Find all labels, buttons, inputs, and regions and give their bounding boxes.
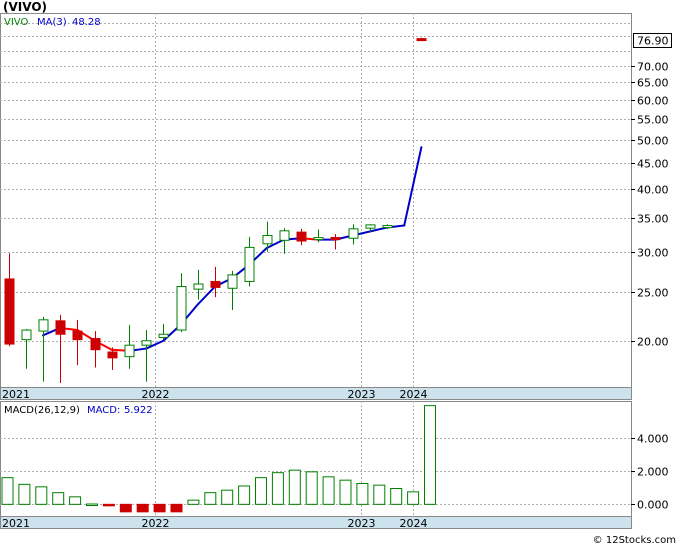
- macd-bar: [339, 479, 352, 505]
- macd-bar: [1, 477, 14, 505]
- chart-title: (VIVO): [3, 0, 47, 14]
- macd-x-label: 2022: [142, 517, 170, 530]
- macd-bar: [407, 491, 420, 505]
- price-tick-label: 45.00: [637, 158, 669, 171]
- macd-bar: [204, 492, 217, 505]
- price-x-label: 2022: [142, 388, 170, 401]
- candle-body: [348, 228, 359, 239]
- macd-bar: [373, 484, 386, 505]
- macd-bar: [52, 492, 65, 505]
- price-tick-label: 55.00: [637, 114, 669, 127]
- legend-vivo: VIVO: [4, 17, 28, 28]
- candle-body: [107, 351, 118, 359]
- macd-bar: [356, 483, 369, 505]
- price-tick-label: 25.00: [637, 287, 669, 300]
- macd-x-axis-bar: [0, 516, 632, 529]
- price-tick-label: 60.00: [637, 95, 669, 108]
- last-price-label: 76.90: [637, 35, 669, 48]
- macd-bar: [390, 488, 403, 505]
- macd-y-axis: 0.000 2.000 4.000: [631, 433, 669, 512]
- candle-body: [90, 338, 101, 351]
- price-x-label: 2023: [348, 388, 376, 401]
- candle-body: [72, 330, 83, 341]
- macd-bar: [221, 489, 234, 505]
- candle-body: [124, 344, 135, 358]
- price-tick-label: 35.00: [637, 213, 669, 226]
- candle-body: [244, 246, 255, 282]
- macd-bar: [35, 486, 48, 505]
- candle-body: [279, 230, 290, 241]
- price-tick-label: 30.00: [637, 247, 669, 260]
- macd-x-label: 2024: [400, 517, 428, 530]
- macd-bar: [119, 503, 132, 513]
- macd-tick-label: 0.000: [637, 499, 669, 512]
- candle-body: [313, 237, 324, 241]
- macd-bar: [305, 471, 318, 505]
- candle-body: [193, 283, 204, 290]
- price-tick-label: 40.00: [637, 184, 669, 197]
- macd-legend-label: MACD:: [87, 405, 120, 416]
- candle-body: [210, 280, 221, 288]
- macd-x-label: 2021: [2, 517, 30, 530]
- stock-chart: 20.00 25.00 30.00 35.00 40.00 45.00 50.00 55.00…: [0, 0, 680, 546]
- price-tick-label: 50.00: [637, 135, 669, 148]
- macd-bar: [238, 485, 251, 505]
- price-x-label: 2021: [2, 388, 30, 401]
- macd-bar: [255, 477, 267, 505]
- candle-body: [262, 235, 273, 245]
- macd-x-label: 2023: [348, 517, 376, 530]
- macd-bar: [424, 405, 436, 505]
- macd-legend-value: 5.922: [124, 405, 153, 416]
- macd-bar: [288, 469, 301, 505]
- price-tick-label: 70.00: [637, 61, 669, 74]
- macd-bar: [18, 483, 31, 505]
- candle-body: [158, 333, 169, 338]
- legend-ma-label: MA(3): [37, 17, 67, 28]
- candle-body: [55, 320, 66, 335]
- macd-bar: [69, 496, 82, 505]
- price-tick-label: 65.00: [637, 77, 669, 90]
- macd-title: MACD(26,12,9): [4, 405, 80, 416]
- copyright: © 12Stocks.com: [593, 535, 676, 546]
- candle-body: [141, 340, 152, 346]
- price-x-label: 2024: [400, 388, 428, 401]
- macd-tick-label: 2.000: [637, 466, 669, 479]
- macd-bar: [102, 503, 115, 507]
- candle-body: [4, 278, 15, 345]
- candle-body: [365, 224, 376, 229]
- macd-bar: [322, 476, 335, 505]
- candle-body: [176, 286, 187, 331]
- price-tick-label: 20.00: [637, 336, 669, 349]
- candle-body: [227, 274, 238, 289]
- legend-ma-value: 48.28: [72, 17, 101, 28]
- candle-body: [416, 38, 427, 42]
- candle-body: [330, 237, 341, 241]
- macd-bar: [153, 503, 166, 513]
- candle-body: [296, 231, 307, 242]
- macd-bar: [136, 503, 149, 513]
- chart-svg: 20.00 25.00 30.00 35.00 40.00 45.00 50.00 55.00…: [0, 0, 676, 546]
- macd-tick-label: 4.000: [637, 433, 669, 446]
- candle: [416, 37, 427, 42]
- candle-body: [382, 225, 393, 229]
- macd-bar: [187, 499, 200, 505]
- macd-bar: [86, 503, 98, 506]
- price-y-axis: 20.00 25.00 30.00 35.00 40.00 45.00 50.00 55.00…: [631, 61, 669, 349]
- candle-body: [38, 319, 49, 332]
- candle-body: [21, 329, 32, 341]
- macd-bar: [170, 503, 183, 513]
- macd-bar: [271, 472, 284, 505]
- price-x-axis-bar: [0, 387, 632, 400]
